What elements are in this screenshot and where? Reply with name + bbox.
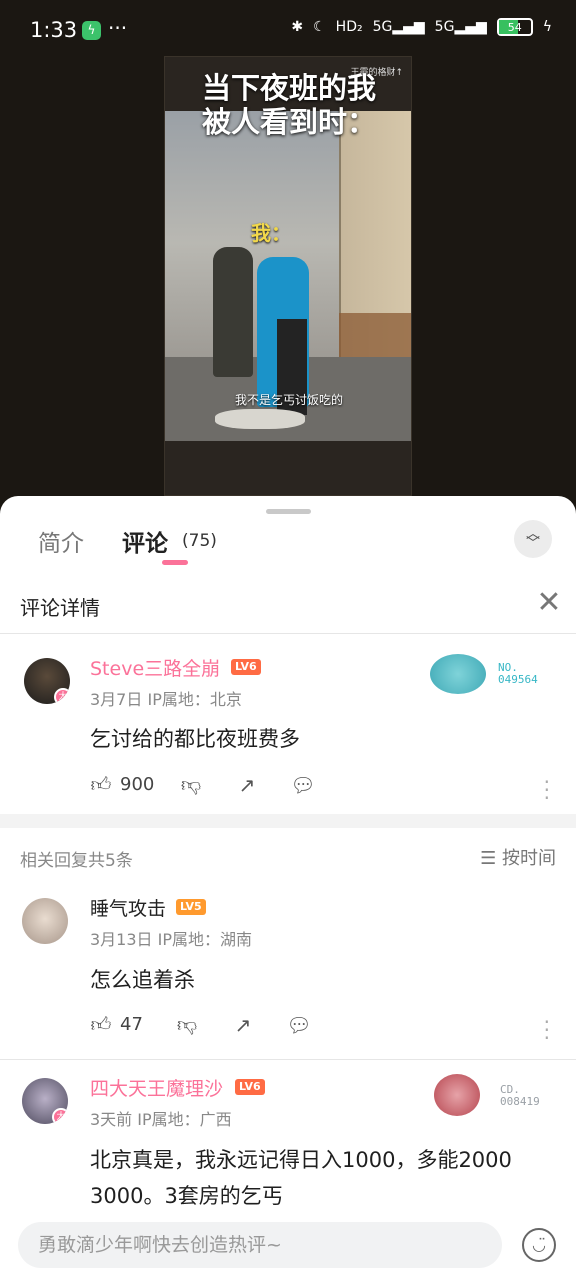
- list-icon: ☰: [480, 848, 497, 869]
- username[interactable]: 四大天王魔理沙: [90, 1074, 223, 1101]
- clock: 1:33: [30, 18, 78, 42]
- comment-content: 乞讨给的都比夜班费多: [90, 727, 300, 751]
- level-badge: LV6: [235, 1079, 265, 1095]
- signal-icon-2: 5G▂▄▆: [434, 19, 487, 35]
- share-icon[interactable]: ↗: [230, 1013, 256, 1037]
- sort-button[interactable]: ☰ 按时间: [480, 844, 556, 870]
- vip-badge-icon: 大: [54, 688, 70, 704]
- sheet-drag-handle[interactable]: [266, 509, 311, 514]
- battery-icon: 54: [496, 18, 533, 36]
- fan-badge[interactable]: CD. 008419: [430, 1072, 550, 1118]
- mascot-icon: [434, 1074, 480, 1116]
- chevron-down-icon: ﹀: [526, 536, 540, 552]
- avatar[interactable]: [22, 898, 68, 944]
- signal-icon-1: 5G▂▄▆: [372, 19, 425, 35]
- divider: [0, 633, 576, 634]
- app-notification-icon: ϟ: [82, 21, 101, 40]
- more-notifications-icon: ···: [108, 16, 128, 40]
- charging-icon: ϟ: [542, 19, 552, 35]
- hd-icon: HD₂: [335, 19, 363, 35]
- thumbs-down-icon[interactable]: 👎︎: [178, 772, 204, 797]
- divider: [0, 1059, 576, 1060]
- video-subtitle: 我不是乞丐讨饭吃的: [234, 393, 343, 407]
- system-icons: ✱ ☾ HD₂ 5G▂▄▆ 5G▂▄▆ 54 ϟ: [291, 18, 552, 36]
- section-separator: [0, 814, 576, 828]
- reply-count: 相关回复共5条: [20, 851, 133, 871]
- person-figure: [213, 247, 253, 377]
- level-badge: LV5: [176, 899, 206, 915]
- avatar[interactable]: 大: [22, 1078, 68, 1124]
- vip-badge-icon: 大: [52, 1108, 68, 1124]
- username[interactable]: 睡气攻击: [90, 894, 166, 921]
- avatar[interactable]: 大: [24, 658, 70, 704]
- moon-icon: ☾: [313, 19, 326, 35]
- tab-intro[interactable]: 简介: [38, 524, 84, 558]
- video-me-label: 我：: [251, 221, 291, 245]
- thumbs-down-icon[interactable]: 👎︎: [174, 1012, 200, 1037]
- reply-bubble-icon[interactable]: 💬︎: [290, 773, 316, 797]
- video-player[interactable]: 王霞的格财↑ 当下夜班的我 被人看到时： 我： 我不是乞丐讨饭吃的: [164, 56, 412, 496]
- comment-content: 北京真是，我永远记得日入1000，多能2000 3000。3套房的乞丐: [90, 1148, 512, 1208]
- bluetooth-icon: ✱: [291, 19, 304, 35]
- share-icon[interactable]: ↗: [234, 773, 260, 797]
- comment-content: 怎么追着杀: [90, 968, 195, 992]
- more-options-icon[interactable]: · · ·: [544, 1012, 550, 1048]
- reply-bubble-icon[interactable]: 💬︎: [286, 1013, 312, 1037]
- comment-input-bar: 勇敢滴少年啊快去创造热评~ ◡̈: [0, 1210, 576, 1280]
- comment-actions: 👍︎ 900 👎︎ ↗ 💬︎: [88, 772, 316, 797]
- comment-meta: 3天前 IP属地：广西: [90, 1110, 232, 1129]
- expand-collapse-button[interactable]: ︿ ﹀: [514, 520, 552, 558]
- comment-meta: 3月7日 IP属地：北京: [90, 690, 242, 709]
- video-caption: 当下夜班的我 被人看到时：: [201, 71, 376, 139]
- thumbs-up-icon[interactable]: 👍︎: [88, 772, 114, 797]
- close-icon[interactable]: ✕: [532, 586, 566, 620]
- emoji-icon[interactable]: ◡̈: [522, 1228, 556, 1262]
- comments-count: (75): [182, 531, 217, 551]
- tab-indicator: [162, 560, 188, 565]
- comment-detail-title: 评论详情: [20, 596, 100, 620]
- status-bar: 1:33 ϟ ··· ✱ ☾ HD₂ 5G▂▄▆ 5G▂▄▆ 54 ϟ: [0, 0, 576, 62]
- username[interactable]: Steve三路全崩: [90, 654, 220, 681]
- thumbs-up-icon[interactable]: 👍︎: [88, 1012, 114, 1037]
- comment-input[interactable]: 勇敢滴少年啊快去创造热评~: [18, 1222, 502, 1268]
- comment-meta: 3月13日 IP属地：湖南: [90, 930, 253, 949]
- comment-actions: 👍︎ 47 👎︎ ↗ 💬︎: [88, 1012, 312, 1037]
- tab-comments[interactable]: 评论: [122, 524, 168, 558]
- comment-sheet: 简介 评论 (75) ︿ ﹀ 评论详情 ✕ 大 Steve三路全崩 LV6 3月…: [0, 496, 576, 1280]
- like-count: 900: [120, 774, 155, 795]
- level-badge: LV6: [231, 659, 261, 675]
- like-count: 47: [120, 1014, 143, 1035]
- more-options-icon[interactable]: · · ·: [544, 772, 550, 808]
- fan-badge[interactable]: NO. 049564: [426, 650, 550, 698]
- mascot-icon: [430, 654, 486, 694]
